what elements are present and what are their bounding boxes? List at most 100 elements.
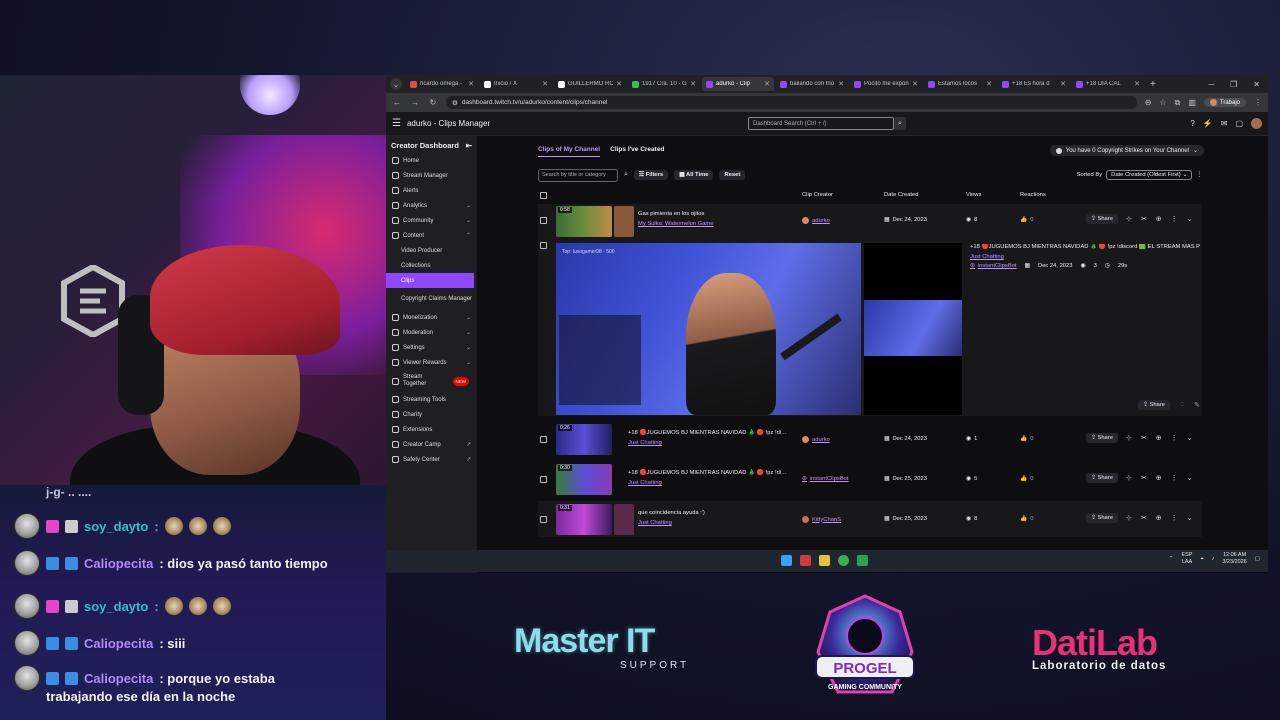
browser-tab[interactable]: Estamos locos ✕ [924,77,996,91]
sidebar-item-home[interactable]: Home [386,153,477,168]
sidebar-item-alerts[interactable]: Alerts [386,183,477,198]
clip-category-link[interactable]: Just Chatting [628,480,662,486]
sort-select[interactable]: Date Created (Oldest First) ⌄ [1106,170,1193,180]
more-options-icon[interactable]: ⋮ [1171,474,1178,482]
clip-thumbnail[interactable]: 0:30 [556,464,612,495]
sidebar-item-charity[interactable]: Charity [386,407,477,422]
link-icon[interactable]: ⊹ [1126,434,1132,442]
row-checkbox[interactable] [540,476,547,483]
dashboard-search-input[interactable]: Dashboard Search (Ctrl + /) [748,117,894,130]
close-icon[interactable]: ✕ [468,80,474,88]
minimize-icon[interactable]: ─ [1208,80,1214,89]
profile-button[interactable]: Trabajo [1203,98,1246,107]
sidebar-item-collections[interactable]: Collections [386,258,477,273]
browser-tab[interactable]: Pocito me expon ✕ [850,77,922,91]
feature-icon[interactable]: ⊕ [1156,514,1162,522]
site-info-icon[interactable]: ⚙ [452,99,458,107]
tray-chevron-icon[interactable]: ⌃ [1169,556,1174,562]
sidebar-item-clips[interactable]: Clips [386,273,474,288]
clip-creator-link[interactable]: ⊛ instantClipsBot [802,476,849,482]
close-window-icon[interactable]: ✕ [1253,80,1260,89]
browser-tab[interactable]: bailando con frio ✕ [776,77,848,91]
tab-clips-ive-created[interactable]: Clips I've Created [610,146,664,157]
sidebar-item-copyright-claims[interactable]: Copyright Claims Manager [386,288,477,310]
clip-search-input[interactable]: Search by title or category [538,168,618,182]
share-button[interactable]: ⇪ Share [1086,433,1118,443]
feature-icon[interactable]: ⊕ [1156,215,1162,223]
back-icon[interactable]: ← [392,98,402,107]
browser-tab[interactable]: GUILLERMO ROD✕ [554,77,626,91]
url-field[interactable]: ⚙ dashboard.twitch.tv/u/adurko/content/c… [446,96,1137,109]
sidebar-item-community[interactable]: Community ⌄ [386,213,477,228]
column-header[interactable]: Clip Creator [802,192,833,198]
link-icon[interactable]: ⊹ [1126,474,1132,482]
edit-clip-icon[interactable]: ✂ [1141,474,1147,482]
browser-tab-active[interactable]: adurko - Clip ✕ [702,77,774,91]
feature-icon[interactable]: ⊕ [1156,434,1162,442]
edit-clip-icon[interactable]: ✂ [1141,215,1147,223]
more-menu-icon[interactable]: ⋮ [1254,98,1262,107]
tab-clips-of-my-channel[interactable]: Clips of My Channel [538,146,601,157]
clip-creator-link[interactable]: KittyChanS [802,516,841,523]
row-checkbox[interactable] [540,217,547,224]
sidebar-item-analytics[interactable]: Analytics ⌄ [386,198,477,213]
sidebar-item-stream-manager[interactable]: Stream Manager [386,168,477,183]
help-icon[interactable]: ? [1190,119,1194,128]
row-checkbox[interactable] [540,242,547,249]
row-checkbox[interactable] [540,516,547,523]
power-icon[interactable]: ⚡ [1203,119,1213,128]
close-icon[interactable]: ✕ [838,80,844,88]
reset-button[interactable]: Reset [719,170,746,180]
clip-category-link[interactable]: Just Chatting [638,520,672,526]
browser-tab[interactable]: ricardo omega - ✕ [406,77,478,91]
clip-category-link[interactable]: My Sulka: Watermelon Game [638,221,714,227]
table-row[interactable]: 0:58 Gas pimienta en los ojitos My Sulka… [538,204,1202,238]
copyright-strikes-dropdown[interactable]: You have 0 Copyright Strikes on Your Cha… [1049,145,1204,156]
sidepanel-icon[interactable]: ▥ [1188,98,1196,107]
language-indicator[interactable]: ESP LAA [1181,552,1192,566]
edit-clip-icon[interactable]: ✂ [1141,514,1147,522]
clip-category-link[interactable]: Just Chatting [970,254,1004,260]
column-header[interactable]: Views [966,192,981,198]
restore-icon[interactable]: ❐ [1230,80,1237,89]
tab-search-icon[interactable]: ⌄ [390,78,402,90]
sidebar-item-monetization[interactable]: Monetization ⌄ [386,310,477,325]
close-icon[interactable]: ✕ [764,80,770,88]
sidebar-item-viewer-rewards[interactable]: Viewer Rewards ⌄ [386,355,477,370]
edit-icon[interactable]: ✎ [1194,401,1200,409]
browser-tab[interactable]: 1917 Cra. 10 - Go ✕ [628,77,700,91]
extensions-icon[interactable]: ⧉ [1175,98,1181,108]
sidebar-item-stream-together[interactable]: Stream Together NEW [386,370,477,392]
location-icon[interactable]: ⌖ [1200,556,1203,563]
windows-start-icon[interactable] [781,555,792,566]
row-checkbox[interactable] [540,436,547,443]
more-options-icon[interactable]: ⋮ [1171,215,1178,223]
close-icon[interactable]: ✕ [1060,80,1066,88]
clip-thumbnail[interactable]: 0:58 [556,206,612,237]
sidebar-item-creator-camp[interactable]: Creator Camp ↗ [386,437,477,452]
volume-icon[interactable]: ♪ [1212,556,1215,562]
zoom-icon[interactable]: ⊖ [1145,98,1152,107]
collapse-icon[interactable]: ⇤ [466,141,472,150]
vertical-preview[interactable] [864,243,962,415]
clock[interactable]: 12:06 AM 3/23/2026 [1222,552,1246,566]
search-icon[interactable]: ⌕ [624,171,628,179]
table-row[interactable]: 0:30 +18 🔴JUGUEMOS BJ MIENTRAS NAVIDAD 🎄… [538,461,1202,497]
chevron-down-icon[interactable]: ⌄ [1187,215,1193,223]
clip-creator-link[interactable]: ⊛ instantClipsBot [970,263,1017,269]
time-range-button[interactable]: ▦ All Time [674,170,714,180]
close-icon[interactable]: ✕ [912,80,918,88]
feature-icon[interactable]: ⊕ [1156,474,1162,482]
close-icon[interactable]: ✕ [542,80,548,88]
sidebar-item-streaming-tools[interactable]: Streaming Tools [386,392,477,407]
share-button[interactable]: ⇪ Share [1086,214,1118,224]
avatar[interactable] [1251,118,1262,129]
table-row[interactable]: 0:31 que coincidencia ayuda :') Just Cha… [538,501,1202,537]
notification-icon[interactable]: ▢ [1255,556,1260,562]
close-icon[interactable]: ✕ [986,80,992,88]
chevron-down-icon[interactable]: ⌄ [1187,434,1193,442]
sidebar-item-content[interactable]: Content ⌃ [386,228,477,243]
link-icon[interactable]: ⊹ [1126,215,1132,223]
more-options-icon[interactable]: ⋮ [1171,434,1178,442]
new-tab-icon[interactable]: + [1150,79,1156,90]
